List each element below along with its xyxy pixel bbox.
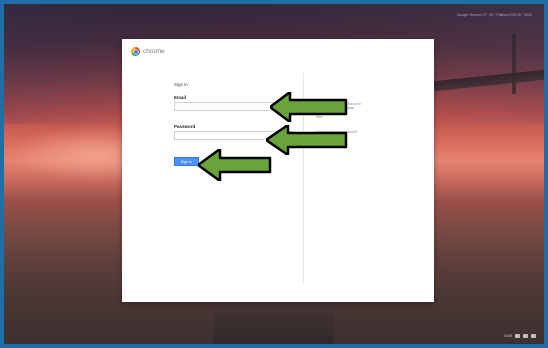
network-icon <box>515 333 520 338</box>
email-arrow-icon <box>270 92 348 122</box>
brand: chrome <box>131 47 165 56</box>
pier <box>214 304 334 344</box>
battery-icon <box>531 333 536 338</box>
password-label: Password <box>174 124 196 129</box>
bridge-tower <box>512 34 516 94</box>
password-arrow-icon <box>266 125 348 155</box>
tray-clock: 0:00 <box>504 333 512 338</box>
system-tray[interactable]: 0:00 <box>504 333 536 338</box>
chrome-logo-icon <box>131 47 140 56</box>
email-label: Email <box>174 95 187 100</box>
bridge <box>424 69 544 93</box>
login-dialog: chrome Sign in Email Password Sign in Do… <box>122 39 434 302</box>
brand-name: chrome <box>143 48 165 55</box>
signin-button[interactable]: Sign in <box>174 157 199 166</box>
status-bar-text: Google Chrome 27 · 00 · Platform 000.00 … <box>456 13 532 17</box>
wifi-icon <box>523 333 528 338</box>
signin-title: Sign in <box>174 82 188 87</box>
signin-arrow-icon <box>198 149 272 181</box>
